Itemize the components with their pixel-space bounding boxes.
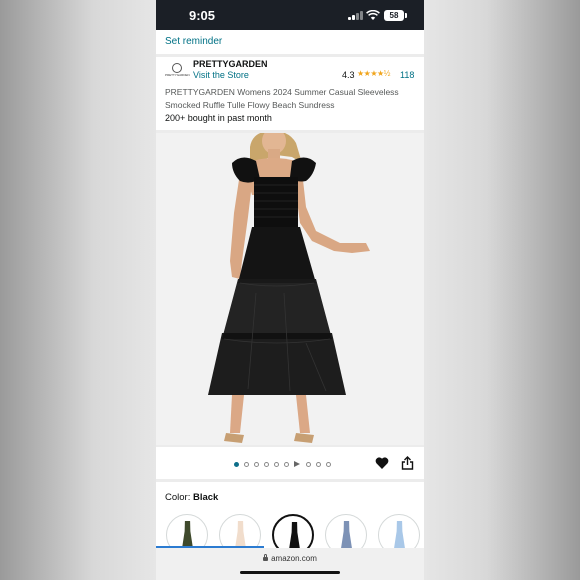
review-count-link[interactable]: 118 <box>400 70 414 80</box>
url-display[interactable]: amazon.com <box>156 554 424 563</box>
carousel-dot[interactable] <box>274 461 279 467</box>
image-controls-bar <box>156 447 424 479</box>
brand-logo-mark <box>172 63 182 73</box>
visit-store-link[interactable]: Visit the Store <box>193 70 249 80</box>
share-icon[interactable] <box>401 456 414 470</box>
set-reminder-link[interactable]: Set reminder <box>165 36 222 47</box>
lock-icon <box>263 554 269 561</box>
rating-value: 4.3 <box>342 70 355 80</box>
home-indicator[interactable] <box>240 571 340 574</box>
carousel-pager[interactable] <box>234 460 336 468</box>
carousel-dot[interactable] <box>316 461 321 467</box>
brand-logo[interactable]: PRETTYGARDEN <box>165 61 190 83</box>
bought-count-text: 200+ bought in past month <box>165 113 272 123</box>
browser-address-bar: amazon.com <box>156 548 424 580</box>
star-rating-icon[interactable]: ★★★★½ <box>357 69 390 78</box>
color-selector: Color: Black <box>156 482 424 556</box>
status-bar: 9:05 58 <box>156 0 424 30</box>
selected-color-name: Black <box>192 492 219 503</box>
brand-logo-text: PRETTYGARDEN <box>165 73 190 77</box>
url-text: amazon.com <box>271 554 317 563</box>
cellular-signal-icon <box>348 11 363 20</box>
product-title: PRETTYGARDEN Womens 2024 Summer Casual S… <box>165 87 399 110</box>
carousel-dot[interactable] <box>234 461 239 467</box>
battery-icon: 58 <box>384 10 407 21</box>
background-left <box>0 0 156 580</box>
video-play-icon[interactable] <box>294 461 300 467</box>
carousel-dot[interactable] <box>284 461 289 467</box>
heart-icon[interactable] <box>375 456 389 470</box>
carousel-dot[interactable] <box>306 461 311 467</box>
wifi-icon <box>366 10 380 20</box>
product-image-carousel[interactable] <box>156 133 424 445</box>
reminder-bar: Set reminder <box>156 30 424 54</box>
brand-name: PRETTYGARDEN <box>193 59 268 69</box>
status-time: 9:05 <box>189 8 216 23</box>
phone-screen: 9:05 58 Set reminder PRETTYGARDEN PRETTY… <box>156 0 424 580</box>
product-image <box>208 133 370 443</box>
carousel-dot[interactable] <box>326 461 331 467</box>
background-right <box>424 0 580 580</box>
color-label-prefix: Color: <box>165 492 191 503</box>
carousel-dot[interactable] <box>244 461 249 467</box>
carousel-dot[interactable] <box>254 461 259 467</box>
carousel-dot[interactable] <box>264 461 269 467</box>
color-label: Color: Black <box>165 492 218 503</box>
product-info-card: PRETTYGARDEN PRETTYGARDEN Visit the Stor… <box>156 57 424 130</box>
